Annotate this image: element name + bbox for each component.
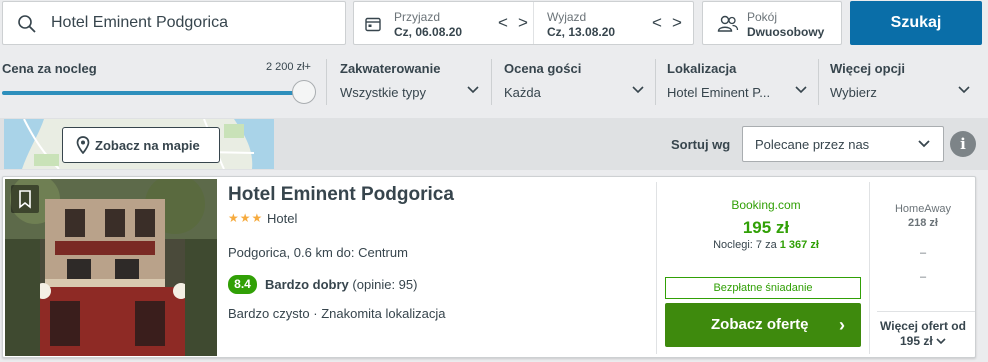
sort-label: Sortuj wg <box>671 137 731 152</box>
rating-summary[interactable]: Bardzo dobry (opinie: 95) <box>265 277 417 292</box>
filter-divider <box>655 59 656 105</box>
alt-empty-slot: – <box>919 271 927 283</box>
checkout-field[interactable]: Wyjazd Cz, 13.08.20 <> <box>534 2 694 44</box>
calendar-icon <box>365 17 381 32</box>
deal-total-price: 1 367 zł <box>779 239 819 251</box>
more-deals-price: 195 zł <box>899 334 933 348</box>
more-deals-button[interactable]: 195 zł <box>869 334 975 348</box>
card-divider <box>656 182 657 354</box>
checkout-arrows: <> <box>652 13 692 33</box>
chevron-down-icon <box>467 86 479 94</box>
map-pin-icon <box>76 136 90 154</box>
sort-value: Polecane przez nas <box>755 137 870 152</box>
accommodation-label: Zakwaterowanie <box>340 61 441 76</box>
deal-total-prefix: Noclegi: 7 za <box>713 239 777 251</box>
free-breakfast-badge: Bezpłatne śniadanie <box>665 277 861 299</box>
accommodation-value: Wszystkie typy <box>340 85 426 100</box>
mini-map[interactable]: Zobacz na mapie <box>4 119 274 169</box>
next-day-button[interactable]: > <box>672 13 692 32</box>
prev-day-button[interactable]: < <box>652 13 672 32</box>
rating-word: Bardzo dobry <box>265 277 349 292</box>
sort-select[interactable]: Polecane przez nas <box>742 126 944 162</box>
chevron-down-icon <box>958 86 970 94</box>
rooms-label: Pokój <box>747 10 778 24</box>
deal-total: Noclegi: 7 za 1 367 zł <box>663 239 869 251</box>
location-value: Hotel Eminent P... <box>667 85 771 100</box>
filter-divider <box>326 59 327 105</box>
filter-divider <box>491 59 492 105</box>
deal-provider[interactable]: Booking.com <box>663 198 869 212</box>
checkin-label: Przyjazd <box>394 10 441 24</box>
top-deal: Booking.com 195 zł Noclegi: 7 za 1 367 z… <box>663 177 869 357</box>
hotel-location[interactable]: Podgorica, 0.6 km do: Centrum <box>228 245 408 260</box>
hotel-photo[interactable] <box>5 179 217 356</box>
hotel-result-card: Hotel Eminent Podgorica ★★★ Hotel Podgor… <box>2 176 976 358</box>
hotel-type: Hotel <box>267 211 298 226</box>
rating-label: Ocena gości <box>504 61 582 76</box>
checkin-arrows: <> <box>498 13 538 33</box>
top-search-bar: Hotel Eminent Podgorica Przyjazd Cz, 06.… <box>0 0 988 52</box>
more-deals-label[interactable]: Więcej ofert od <box>869 319 975 333</box>
chevron-down-icon <box>918 140 930 148</box>
info-icon[interactable]: i <box>950 131 976 157</box>
alt-price[interactable]: 218 zł <box>869 217 975 229</box>
filter-divider <box>818 59 819 105</box>
checkin-value: Cz, 06.08.20 <box>394 25 463 39</box>
view-deal-label: Zobacz ofertę <box>711 316 809 333</box>
checkout-value: Cz, 13.08.20 <box>547 25 616 39</box>
search-icon <box>18 15 36 33</box>
alt-empty-slot: – <box>919 247 927 259</box>
view-deal-button[interactable]: Zobacz ofertę › <box>665 303 861 347</box>
checkin-field[interactable]: Przyjazd Cz, 06.08.20 <> <box>354 2 534 44</box>
alt-divider <box>877 311 975 312</box>
checkout-label: Wyjazd <box>547 10 587 24</box>
prev-day-button[interactable]: < <box>498 13 518 32</box>
chevron-down-icon <box>936 338 946 345</box>
price-slider-track[interactable] <box>2 91 304 95</box>
filter-bar: Cena za nocleg 2 200 zł+ Zakwaterowanie … <box>0 52 988 112</box>
rating-score-badge: 8.4 <box>228 275 257 294</box>
more-options-value: Wybierz <box>830 85 877 100</box>
rooms-value: Dwuosobowy <box>747 25 825 39</box>
price-slider-handle[interactable] <box>292 80 316 104</box>
search-query: Hotel Eminent Podgorica <box>51 14 228 31</box>
rating-reviews-count: (opinie: 95) <box>352 277 418 292</box>
alternative-deals: HomeAway 218 zł – – Więcej ofert od 195 … <box>869 177 975 357</box>
date-picker: Przyjazd Cz, 06.08.20 <> Wyjazd Cz, 13.0… <box>353 1 694 45</box>
star-rating: ★★★ <box>228 211 264 225</box>
alt-provider[interactable]: HomeAway <box>869 203 975 215</box>
chevron-down-icon <box>795 86 807 94</box>
more-options-label: Więcej opcji <box>830 61 906 76</box>
hotel-features: Bardzo czysto · Znakomita lokalizacja <box>228 306 446 321</box>
view-on-map-label: Zobacz na mapie <box>95 138 200 153</box>
search-input[interactable]: Hotel Eminent Podgorica <box>2 1 346 45</box>
price-max-value: 2 200 zł+ <box>266 61 311 73</box>
view-on-map-button[interactable]: Zobacz na mapie <box>62 127 220 163</box>
chevron-down-icon <box>632 86 644 94</box>
bookmark-icon[interactable] <box>11 185 39 213</box>
guests-icon <box>717 15 739 32</box>
price-filter-label: Cena za nocleg <box>2 61 97 76</box>
deal-price[interactable]: 195 zł <box>663 218 869 238</box>
location-label: Lokalizacja <box>667 61 737 76</box>
search-button[interactable]: Szukaj <box>850 1 982 45</box>
rating-value: Każda <box>504 85 541 100</box>
chevron-right-icon: › <box>839 315 845 335</box>
room-selector[interactable]: Pokój Dwuosobowy <box>702 1 842 45</box>
hotel-name-link[interactable]: Hotel Eminent Podgorica <box>228 184 454 206</box>
